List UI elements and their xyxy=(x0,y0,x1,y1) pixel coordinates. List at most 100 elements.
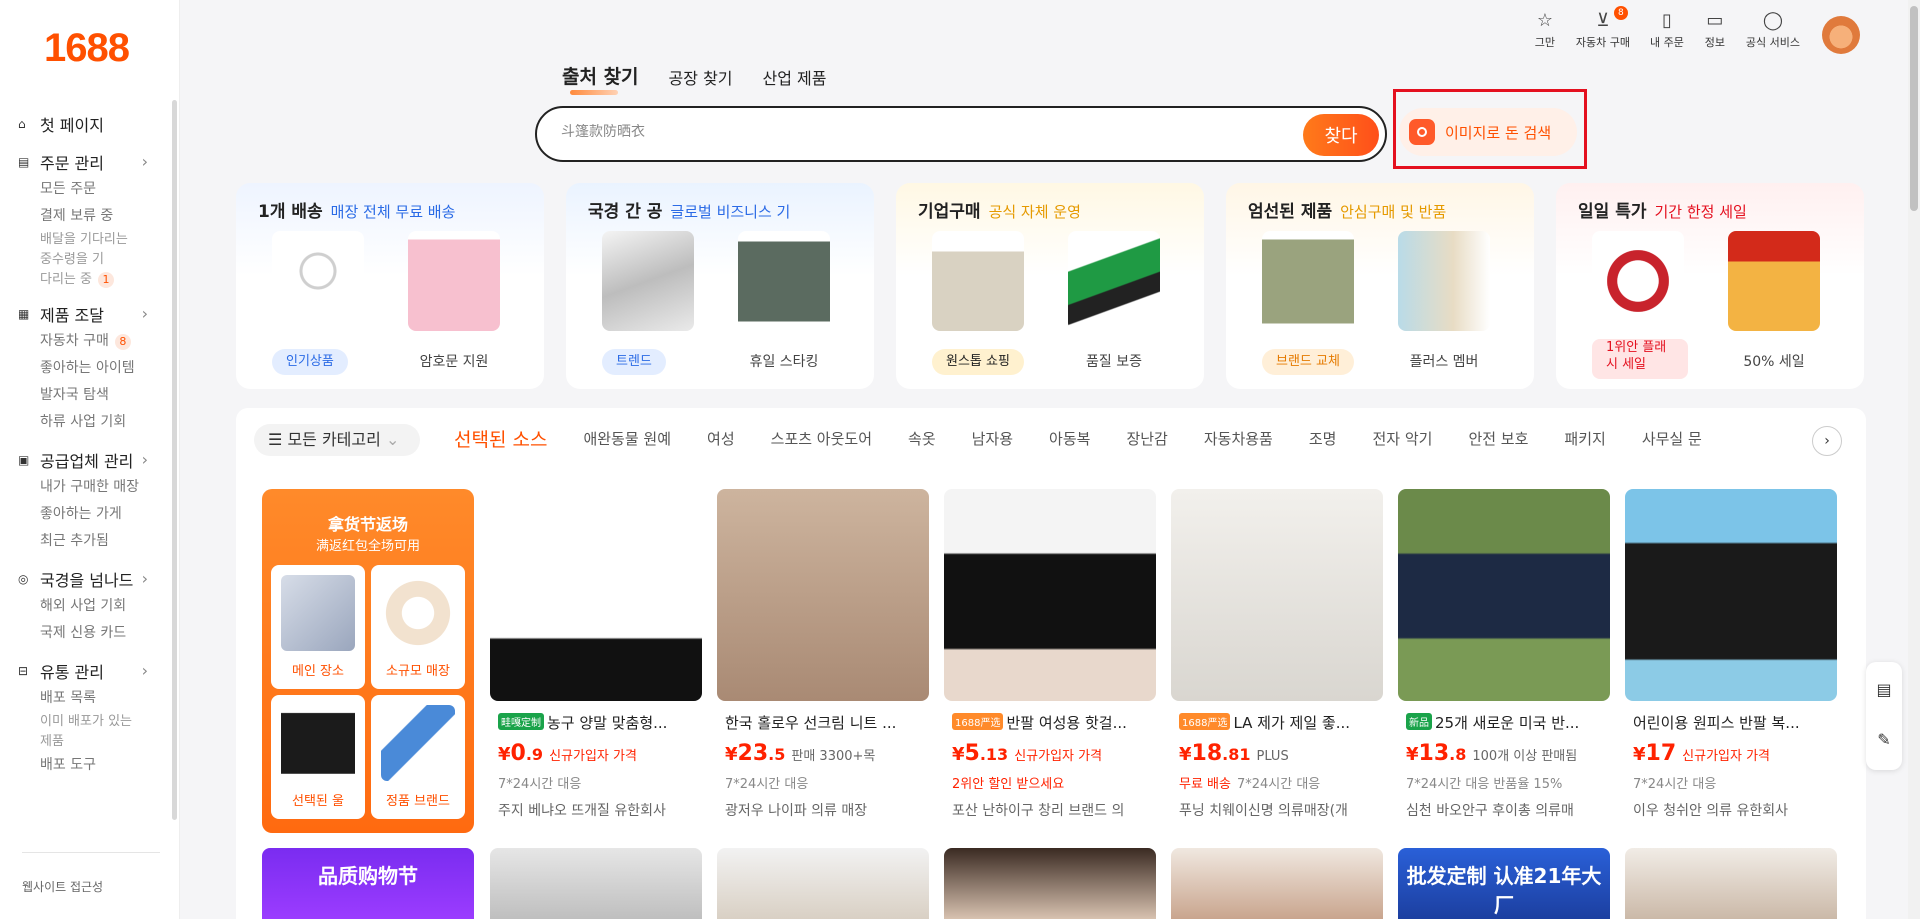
edit-icon[interactable]: ✎ xyxy=(1874,730,1894,750)
promo-image[interactable] xyxy=(738,231,830,331)
feature-cell[interactable]: 선택된 울 xyxy=(271,695,365,819)
promo-image[interactable] xyxy=(932,231,1024,331)
sidebar-subitem[interactable]: 중수령을 기 xyxy=(0,250,170,270)
product-card[interactable]: 畦嘎定制 농구 양말 맞춤형... ¥0.9 신규가입자 가격 7*24시간 대응 주지 … xyxy=(490,489,702,829)
category-tab[interactable]: 자동차용품 xyxy=(1204,428,1273,452)
product-title[interactable]: 1688严选 반팔 여성용 핫걸... xyxy=(952,712,1152,733)
chevron-right-icon[interactable]: › xyxy=(142,569,148,588)
toolbar-star[interactable]: ☆ 그만 xyxy=(1534,10,1556,50)
category-tab[interactable]: 패키지 xyxy=(1564,428,1605,452)
product-title[interactable]: 어린이용 원피스 반팔 복... xyxy=(1633,712,1833,733)
product-card[interactable] xyxy=(1625,848,1837,919)
promo-image[interactable] xyxy=(1262,231,1354,331)
promo-card[interactable]: 기업구매 공식 자체 운영 원스톱 쇼핑 품질 보증 xyxy=(896,183,1204,389)
promo-label[interactable]: 50% 세일 xyxy=(1714,351,1834,371)
sidebar-subitem[interactable]: 자동차 구매 8 xyxy=(0,328,170,355)
product-shop[interactable]: 주지 베냐오 뜨개질 유한회사 xyxy=(498,800,703,820)
sidebar-subitem[interactable]: 좋아하는 가게 xyxy=(0,501,170,528)
sidebar-subitem[interactable]: 제품 xyxy=(0,732,170,752)
promo-card[interactable]: 국경 간 공 글로벌 비즈니스 기 트렌드 휴일 스타킹 xyxy=(566,183,874,389)
category-tab[interactable]: 애완동물 원예 xyxy=(583,428,671,452)
promo-tag[interactable]: 원스톱 쇼핑 xyxy=(932,349,1024,375)
promo-label[interactable]: 품질 보증 xyxy=(1054,351,1174,371)
promo-card[interactable]: 1개 배송 매장 전체 무료 배송 인기상품 암호문 지원 xyxy=(236,183,544,389)
product-card[interactable] xyxy=(490,848,702,919)
promo-card[interactable]: 엄선된 제품 안심구매 및 반품 브랜드 교체 플러스 멤버 xyxy=(1226,183,1534,389)
sidebar-subitem[interactable]: 다리는 중 1 xyxy=(0,270,170,290)
sidebar-subitem[interactable]: 하류 사업 기회 xyxy=(0,409,170,436)
promo-tag[interactable]: 트렌드 xyxy=(602,349,666,375)
scrollbar-thumb[interactable] xyxy=(1910,6,1918,211)
promo-label[interactable]: 암호문 지원 xyxy=(394,351,514,371)
sidebar-subitem[interactable]: 이미 배포가 있는 xyxy=(0,712,170,732)
category-tab[interactable]: 조명 xyxy=(1309,428,1337,452)
product-card[interactable]: 批发定制 认准21年大厂 xyxy=(1398,848,1610,919)
product-card[interactable]: 1688严选 반팔 여성용 핫걸... ¥5.13 신규가입자 가격 2위안 할인 받으… xyxy=(944,489,1156,829)
sidebar-subitem[interactable]: 배포 목록 xyxy=(0,685,170,712)
search-input[interactable] xyxy=(561,124,1261,140)
promo-image[interactable] xyxy=(1398,231,1490,331)
category-tab[interactable]: 사무실 문 xyxy=(1642,428,1702,452)
sidebar-subitem[interactable]: 좋아하는 아이템 xyxy=(0,355,170,382)
sidebar-scrollbar[interactable] xyxy=(172,100,177,820)
promo-image[interactable] xyxy=(272,231,364,331)
toolbar-cart[interactable]: ⊻ 자동차 구매 8 xyxy=(1576,6,1630,50)
all-categories-dropdown[interactable]: ☰ 모든 카테고리 ⌄ xyxy=(254,424,420,456)
category-tab[interactable]: 여성 xyxy=(707,428,735,452)
feature-cell[interactable]: 소규모 매장 xyxy=(371,565,465,689)
chevron-right-icon[interactable]: › xyxy=(142,304,148,323)
sidebar-subitem[interactable]: 내가 구매한 매장 xyxy=(0,474,170,501)
sidebar-subitem[interactable]: 해외 사업 기회 xyxy=(0,593,170,620)
product-image[interactable] xyxy=(944,489,1156,701)
sidebar-subitem[interactable]: 배달을 기다리는 xyxy=(0,230,170,250)
sidebar-item-0[interactable]: ⌂ 첫 페이지 xyxy=(0,110,170,138)
promo-label[interactable]: 플러스 멤버 xyxy=(1384,351,1504,371)
product-image[interactable] xyxy=(717,489,929,701)
product-image[interactable] xyxy=(1171,489,1383,701)
promo-tag[interactable]: 1위안 플래시 세일 xyxy=(1592,339,1688,379)
sidebar-item-2[interactable]: ▦ 제품 조달 › xyxy=(0,300,170,328)
product-card[interactable]: 한국 홀로우 선크림 니트 ... ¥23.5 판매 3300+목 7*24시간 대응… xyxy=(717,489,929,829)
chevron-right-icon[interactable]: › xyxy=(1812,426,1842,456)
promo-image[interactable] xyxy=(1592,231,1684,331)
product-card[interactable]: 1688严选 LA 제가 제일 좋... ¥18.81 PLUS 무료 배송 7*24시간… xyxy=(1171,489,1383,829)
promo-image[interactable] xyxy=(1728,231,1820,331)
sidebar-subitem[interactable]: 발자국 탐색 xyxy=(0,382,170,409)
product-image[interactable] xyxy=(1625,489,1837,701)
category-tab[interactable]: 전자 악기 xyxy=(1372,428,1432,452)
product-title[interactable]: 1688严选 LA 제가 제일 좋... xyxy=(1179,712,1379,733)
search-button[interactable]: 찾다 xyxy=(1303,114,1379,156)
toolbar-user[interactable]: ◯ 공식 서비스 xyxy=(1746,10,1800,50)
promo-label[interactable]: 휴일 스타킹 xyxy=(724,351,844,371)
sidebar-item-1[interactable]: ▤ 주문 관리 › xyxy=(0,148,170,176)
promo-feature-card[interactable]: 拿货节返场 满返红包全场可用 메인 장소 소규모 매장 선택된 울 정품 브랜드 xyxy=(262,489,474,833)
sidebar-subitem[interactable]: 결제 보류 중 xyxy=(0,203,170,230)
avatar[interactable] xyxy=(1822,16,1860,54)
category-tab[interactable]: 선택된 소스 xyxy=(454,428,547,452)
sidebar-item-5[interactable]: ⊟ 유통 관리 › xyxy=(0,657,170,685)
product-shop[interactable]: 포산 난하이구 창리 브랜드 의 xyxy=(952,800,1157,820)
promo-image[interactable] xyxy=(1068,231,1160,331)
category-tab[interactable]: 속옷 xyxy=(908,428,936,452)
product-card[interactable]: 어린이용 원피스 반팔 복... ¥17 신규가입자 가격 7*24시간 대응 이우 청… xyxy=(1625,489,1837,829)
chevron-right-icon[interactable]: › xyxy=(142,661,148,680)
promo-image[interactable] xyxy=(602,231,694,331)
product-card[interactable] xyxy=(944,848,1156,919)
search-tab-0[interactable]: 출처 찾기 xyxy=(562,62,639,95)
product-title[interactable]: 新品 25개 새로운 미국 반... xyxy=(1406,712,1606,733)
product-card[interactable]: 品质购物节 xyxy=(262,848,474,919)
product-image[interactable] xyxy=(490,489,702,701)
product-image[interactable] xyxy=(1398,489,1610,701)
toolbar-message[interactable]: ▭ 정보 xyxy=(1704,10,1726,50)
promo-tag[interactable]: 브랜드 교체 xyxy=(1262,349,1354,375)
category-tab[interactable]: 아동복 xyxy=(1049,428,1090,452)
feedback-icon[interactable]: ▤ xyxy=(1874,680,1894,700)
sidebar-subitem[interactable]: 최근 추가됨 xyxy=(0,528,170,555)
feature-cell[interactable]: 메인 장소 xyxy=(271,565,365,689)
product-title[interactable]: 한국 홀로우 선크림 니트 ... xyxy=(725,712,925,733)
product-shop[interactable]: 푸닝 치웨이신명 의류매장(개 xyxy=(1179,800,1384,820)
product-shop[interactable]: 광저우 나이파 의류 매장 xyxy=(725,800,930,820)
sidebar-subitem[interactable]: 모든 주문 xyxy=(0,176,170,203)
page-scrollbar[interactable] xyxy=(1908,0,1920,919)
sidebar-subitem[interactable]: 국제 신용 카드 xyxy=(0,620,170,647)
